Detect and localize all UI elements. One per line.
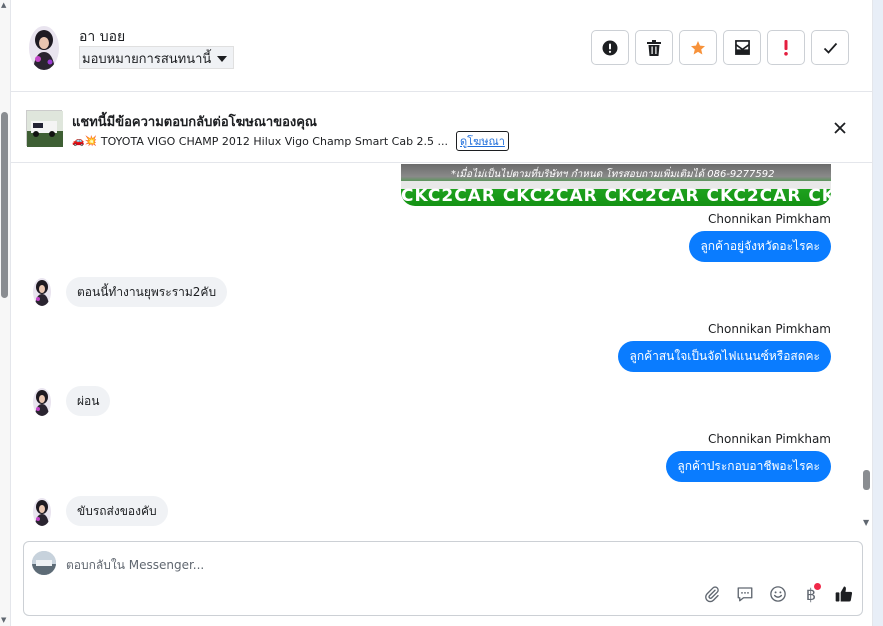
reply-input[interactable] <box>66 555 826 575</box>
contact-avatar[interactable] <box>29 26 59 70</box>
page-scrollbar[interactable]: ▲ ▼ <box>0 0 10 626</box>
close-banner-button[interactable] <box>829 117 851 139</box>
mark-unread-button[interactable] <box>723 30 761 65</box>
page-avatar <box>32 551 56 575</box>
outgoing-message[interactable]: ลูกค้าอยู่จังหวัดอะไรคะ <box>689 231 831 262</box>
info-button[interactable] <box>591 30 629 65</box>
delete-button[interactable] <box>635 30 673 65</box>
star-button[interactable] <box>679 30 717 65</box>
check-icon <box>823 42 837 54</box>
view-ad-link[interactable]: ดูโฆษณา <box>456 131 509 151</box>
contact-name: อา บอย <box>79 29 126 45</box>
like-button[interactable] <box>834 584 854 604</box>
ad-thumbnail[interactable] <box>26 110 63 147</box>
ad-subtitle: TOYOTA VIGO CHAMP 2012 Hilux Vigo Champ … <box>100 134 449 148</box>
caret-down-icon <box>217 55 228 62</box>
sender-name: Chonnikan Pimkham <box>708 322 831 336</box>
message-thread: *เมื่อไม่เป็นไปตามที่บริษัทฯ กำหนด โทรสอ… <box>11 164 872 530</box>
assign-select-label: มอบหมายการสนทนานี้ <box>82 52 212 67</box>
outgoing-message[interactable]: ลูกค้าประกอบอาชีพอะไรคะ <box>666 451 831 482</box>
page-scrollbar-thumb[interactable] <box>1 112 8 298</box>
incoming-message[interactable]: ตอนนี้ทำงานยุพระราม2คับ <box>66 277 228 307</box>
contact-avatar-small <box>33 498 51 526</box>
conversation-toolbar <box>591 30 849 65</box>
contact-avatar-small <box>33 278 51 306</box>
emoji-button[interactable] <box>768 584 788 604</box>
outgoing-message[interactable]: ลูกค้าสนใจเป็นจัดไฟแนนซ์หรือสดคะ <box>618 341 831 372</box>
envelope-icon <box>734 40 750 55</box>
contact-avatar-small <box>33 388 51 416</box>
thread-scrollbar[interactable]: ▼ <box>863 164 872 530</box>
incoming-message[interactable]: ผ่อน <box>66 386 111 416</box>
ad-banner-title: แชทนี้มีข้อความตอบกลับต่อโฆษณาของคุณ <box>72 115 317 130</box>
thread-scrollbar-thumb[interactable] <box>863 470 870 490</box>
scroll-down-arrow-icon[interactable]: ▼ <box>1 616 6 624</box>
spam-button[interactable] <box>767 30 805 65</box>
close-icon <box>834 122 846 134</box>
scroll-down-arrow-icon[interactable]: ▼ <box>863 518 869 527</box>
composer-tools: ฿ <box>702 583 854 604</box>
image-message[interactable]: *เมื่อไม่เป็นไปตามที่บริษัทฯ กำหนด โทรสอ… <box>401 164 831 206</box>
scroll-up-arrow-icon[interactable]: ▲ <box>1 1 6 9</box>
image-watermark: CKC2CAR CKC2CAR CKC2CAR CKC2CAR CKC2 <box>401 186 831 206</box>
star-icon <box>691 40 705 55</box>
thumbs-up-icon <box>835 586 853 602</box>
paperclip-icon <box>705 586 719 603</box>
conversation-header: อา บอย มอบหมายการสนทนานี้ <box>11 0 872 92</box>
exclamation-circle-icon <box>602 40 618 55</box>
conversation-panel: อา บอย มอบหมายการสนทนานี้ แชทนี้มีข้อควา… <box>10 0 873 626</box>
ad-emoji: 🚗💥 <box>72 135 97 147</box>
ad-reply-banner: แชทนี้มีข้อความตอบกลับต่อโฆษณาของคุณ 🚗💥 … <box>11 93 872 163</box>
trash-icon <box>647 39 661 56</box>
exclamation-icon <box>784 39 788 56</box>
assign-conversation-select[interactable]: มอบหมายการสนทนานี้ <box>79 46 235 69</box>
incoming-message[interactable]: ขับรถส่งของคับ <box>66 496 168 526</box>
right-edge <box>873 0 883 626</box>
sender-name: Chonnikan Pimkham <box>708 432 831 446</box>
done-button[interactable] <box>811 30 849 65</box>
saved-reply-button[interactable] <box>735 584 755 604</box>
message-composer: ฿ <box>23 541 863 616</box>
image-caption: *เมื่อไม่เป็นไปตามที่บริษัทฯ กำหนด โทรสอ… <box>451 169 775 180</box>
ad-banner-subtitle-row: 🚗💥 TOYOTA VIGO CHAMP 2012 Hilux Vigo Cha… <box>72 131 509 151</box>
notification-dot <box>814 583 821 590</box>
sender-name: Chonnikan Pimkham <box>708 212 831 226</box>
payment-button[interactable]: ฿ <box>801 583 821 604</box>
emoji-icon <box>770 586 786 602</box>
attach-button[interactable] <box>702 584 722 604</box>
saved-reply-icon <box>737 587 753 602</box>
